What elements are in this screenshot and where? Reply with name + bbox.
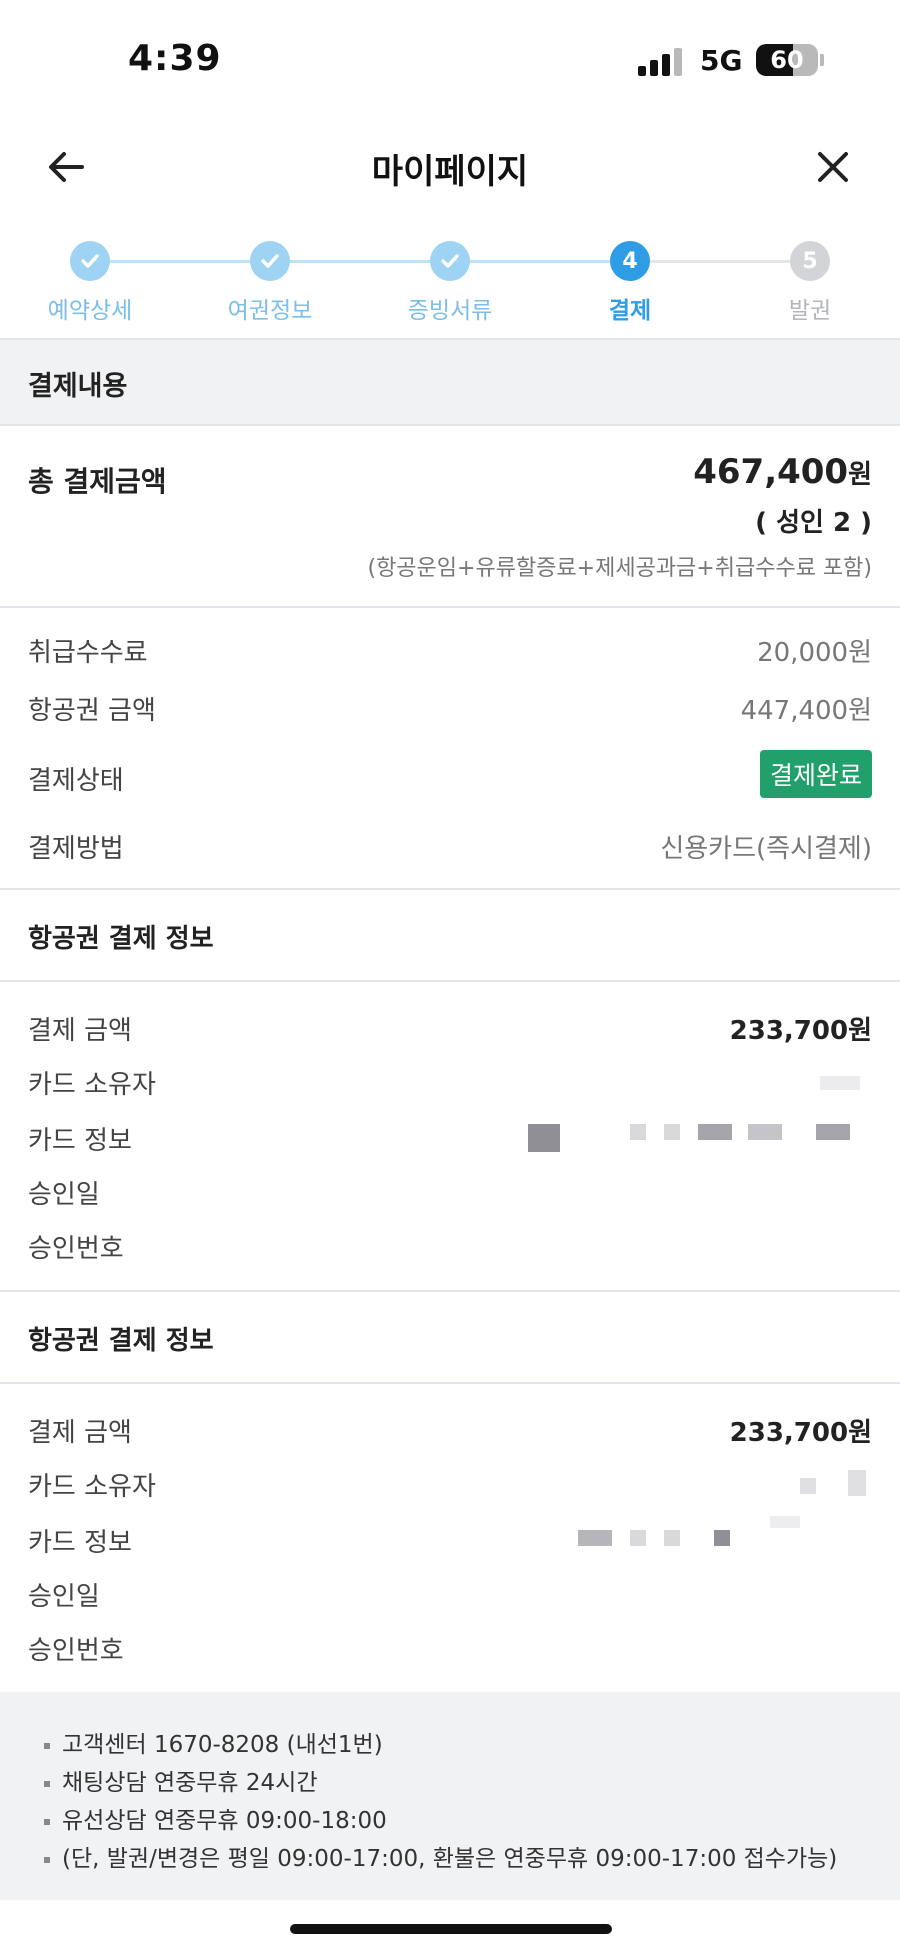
redacted-block xyxy=(630,1124,646,1140)
approved-date-label: 승인일 xyxy=(28,1180,100,1210)
total-amount-unit: 원 xyxy=(848,460,872,490)
card-info-label: 카드 정보 xyxy=(28,1528,132,1558)
amount-value: 233,700원 xyxy=(729,1016,872,1046)
redacted-block xyxy=(528,1124,560,1152)
battery-level: 60 xyxy=(770,46,804,74)
redacted-block xyxy=(578,1530,612,1546)
redacted-block xyxy=(664,1124,680,1140)
step-label: 예약상세 xyxy=(47,298,133,324)
redacted-block xyxy=(630,1530,646,1546)
card-info-label: 카드 정보 xyxy=(28,1126,132,1156)
divider xyxy=(0,980,900,982)
check-icon xyxy=(250,241,290,281)
status-time: 4:39 xyxy=(128,38,222,79)
redacted-block xyxy=(848,1470,866,1496)
divider xyxy=(0,888,900,890)
progress-stepper: 예약상세 여권정보 증빙서류 4 결제 5 발권 xyxy=(0,240,900,340)
redacted-block xyxy=(770,1516,800,1528)
redacted-block xyxy=(816,1124,850,1140)
row-label-fee: 취급수수료 xyxy=(28,638,148,668)
row-label-payment-status: 결제상태 xyxy=(28,766,124,796)
total-amount-value: 467,400 xyxy=(693,452,849,492)
redacted-block xyxy=(664,1530,680,1546)
step-passport-info[interactable]: 여권정보 xyxy=(180,240,360,325)
row-value-fee: 20,000원 xyxy=(757,638,872,668)
approval-number-label: 승인번호 xyxy=(28,1234,124,1264)
info-item: 유선상담 연중무휴 09:00-18:00 xyxy=(40,1802,837,1840)
redacted-block xyxy=(698,1124,732,1140)
close-button[interactable] xyxy=(808,142,858,192)
ticket-payment-title: 항공권 결제 정보 xyxy=(28,924,214,954)
step-label: 여권정보 xyxy=(227,298,313,324)
step-number: 5 xyxy=(790,241,830,281)
network-type: 5G xyxy=(700,44,743,77)
battery-tip xyxy=(820,54,824,66)
row-label-payment-method: 결제방법 xyxy=(28,834,124,864)
status-badge: 결제완료 xyxy=(759,750,872,798)
step-documents[interactable]: 증빙서류 xyxy=(360,240,540,325)
redacted-block xyxy=(820,1076,860,1090)
card-owner-label: 카드 소유자 xyxy=(28,1070,156,1100)
step-reservation-detail[interactable]: 예약상세 xyxy=(0,240,180,325)
customer-center-info: 고객센터 1670-8208 (내선1번) 채팅상담 연중무휴 24시간 유선상… xyxy=(0,1692,900,1900)
signal-icon xyxy=(638,46,684,76)
info-item: 고객센터 1670-8208 (내선1번) xyxy=(40,1726,837,1764)
home-indicator[interactable] xyxy=(290,1924,612,1934)
total-label: 총 결제금액 xyxy=(28,465,167,498)
redacted-block xyxy=(800,1478,816,1494)
step-number: 4 xyxy=(610,241,650,281)
divider xyxy=(0,606,900,608)
step-label: 결제 xyxy=(608,298,652,324)
total-note: (항공운임+유류할증료+제세공과금+취급수수료 포함) xyxy=(367,556,872,581)
divider xyxy=(0,1382,900,1384)
card-owner-label: 카드 소유자 xyxy=(28,1472,156,1502)
total-persons: ( 성인 2 ) xyxy=(755,508,872,538)
approved-date-label: 승인일 xyxy=(28,1582,100,1612)
step-payment[interactable]: 4 결제 xyxy=(540,240,720,325)
battery-icon: 60 xyxy=(756,44,818,76)
redacted-block xyxy=(714,1530,730,1546)
header: 마이페이지 xyxy=(0,120,900,220)
payment-section-header: 결제내용 xyxy=(0,338,900,426)
redacted-block xyxy=(748,1124,782,1140)
page-title: 마이페이지 xyxy=(371,152,529,192)
step-label: 증빙서류 xyxy=(407,298,493,324)
amount-label: 결제 금액 xyxy=(28,1418,132,1448)
check-icon xyxy=(70,241,110,281)
ticket-payment-title: 항공권 결제 정보 xyxy=(28,1326,214,1356)
status-bar: 4:39 5G 60 xyxy=(0,0,900,120)
amount-label: 결제 금액 xyxy=(28,1016,132,1046)
info-item: 채팅상담 연중무휴 24시간 xyxy=(40,1764,837,1802)
close-icon xyxy=(818,152,848,182)
divider xyxy=(0,1290,900,1292)
step-label: 발권 xyxy=(788,298,832,324)
row-value-payment-method: 신용카드(즉시결제) xyxy=(660,834,872,864)
total-amount: 467,400원 xyxy=(693,452,872,492)
step-ticketing[interactable]: 5 발권 xyxy=(720,240,900,325)
row-value-ticket-amount: 447,400원 xyxy=(740,696,872,726)
approval-number-label: 승인번호 xyxy=(28,1636,124,1666)
section-title: 결제내용 xyxy=(28,371,128,402)
check-icon xyxy=(430,241,470,281)
amount-value: 233,700원 xyxy=(729,1418,872,1448)
info-item: (단, 발권/변경은 평일 09:00-17:00, 환불은 연중무휴 09:0… xyxy=(40,1840,837,1878)
row-label-ticket-amount: 항공권 금액 xyxy=(28,696,156,726)
